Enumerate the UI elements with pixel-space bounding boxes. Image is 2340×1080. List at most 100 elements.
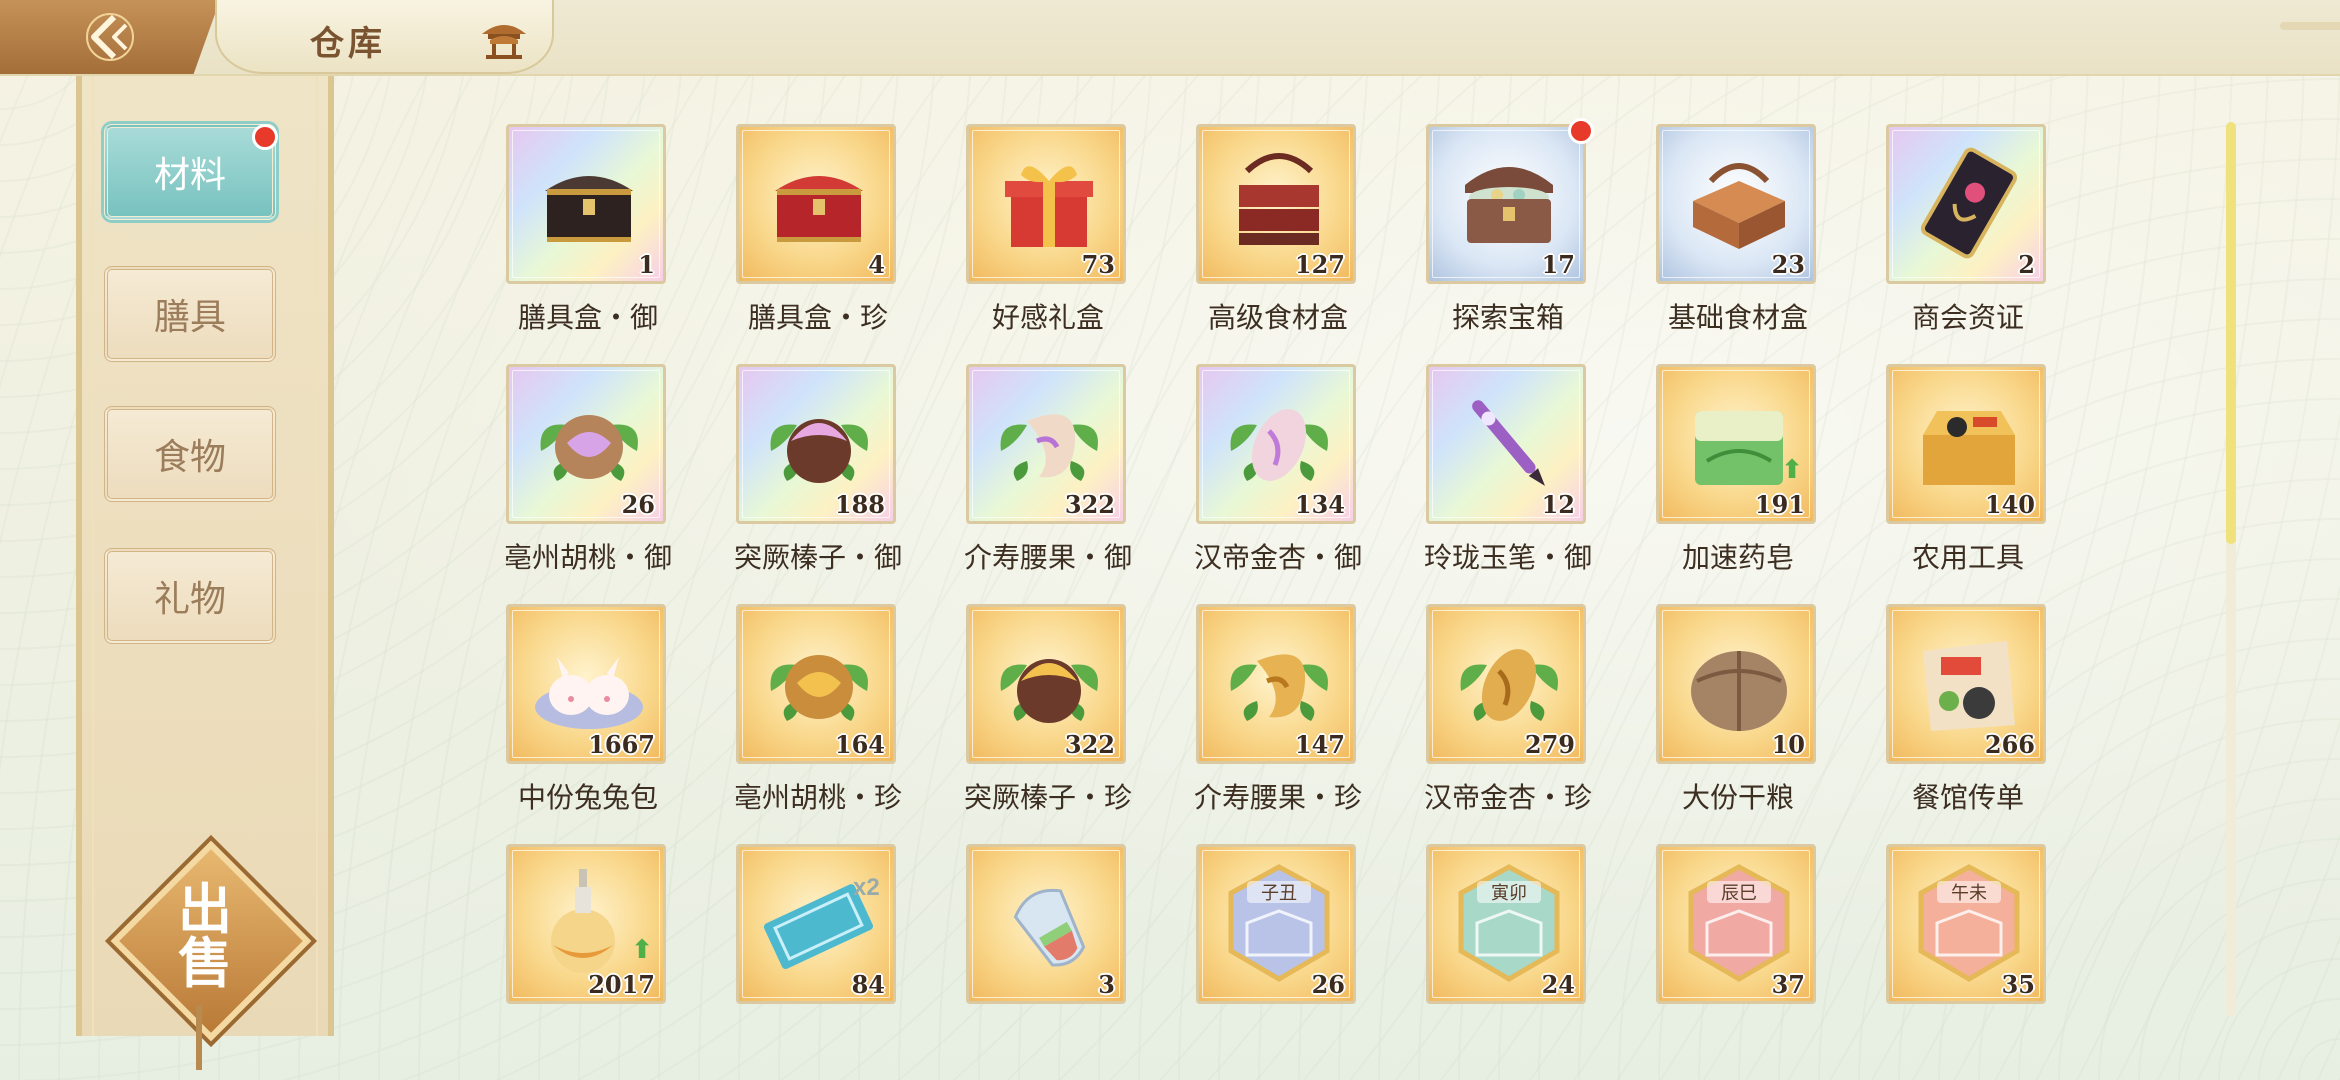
item-slot[interactable]: 188 突厥榛子・御 bbox=[734, 362, 902, 574]
item-name: 农用工具 bbox=[1911, 541, 2024, 574]
sell-label-line2: 售 bbox=[178, 931, 232, 995]
item-slot[interactable]: ⬆ 2017 bbox=[506, 842, 670, 1042]
item-card[interactable]: 12 bbox=[1426, 364, 1586, 524]
zodiac-badge-icon: 辰巳 bbox=[1677, 861, 1801, 985]
item-card[interactable]: 127 bbox=[1196, 124, 1356, 284]
item-count: 140 bbox=[1984, 490, 2035, 519]
item-count: 1667 bbox=[588, 730, 655, 759]
item-slot[interactable]: ⬆ 191 加速药皂 bbox=[1656, 362, 1820, 574]
item-count: 2017 bbox=[588, 970, 655, 999]
item-card[interactable]: x2 84 bbox=[736, 844, 896, 1004]
item-count: 12 bbox=[1541, 490, 1575, 519]
item-card[interactable]: 1 bbox=[506, 124, 666, 284]
item-card[interactable]: 279 bbox=[1426, 604, 1586, 764]
zodiac-badge-icon: 午未 bbox=[1907, 861, 2031, 985]
item-card[interactable]: 164 bbox=[736, 604, 896, 764]
cashew-icon bbox=[1217, 621, 1341, 745]
item-count: 35 bbox=[2001, 970, 2035, 999]
item-slot[interactable]: 1 膳具盒・御 bbox=[506, 122, 670, 334]
item-slot[interactable]: 2 商会资证 bbox=[1886, 122, 2050, 334]
item-card[interactable]: 26 bbox=[506, 364, 666, 524]
item-name: 突厥榛子・珍 bbox=[963, 781, 1132, 814]
item-card[interactable]: 10 bbox=[1656, 604, 1816, 764]
jade-brush-icon bbox=[1447, 381, 1571, 505]
item-card[interactable]: 17 bbox=[1426, 124, 1586, 284]
item-name: 高级食材盒 bbox=[1207, 301, 1348, 334]
item-card[interactable]: 子丑 26 bbox=[1196, 844, 1356, 1004]
tab-tableware[interactable]: 膳具 bbox=[104, 266, 276, 362]
item-count: 26 bbox=[621, 490, 655, 519]
item-slot[interactable]: 23 基础食材盒 bbox=[1656, 122, 1820, 334]
item-card[interactable]: ⬆ 191 bbox=[1656, 364, 1816, 524]
item-slot[interactable]: 1667 中份兔兔包 bbox=[506, 602, 670, 814]
item-card[interactable]: 午未 35 bbox=[1886, 844, 2046, 1004]
item-slot[interactable]: x2 84 bbox=[736, 842, 900, 1042]
tab-materials[interactable]: 材料 bbox=[104, 124, 278, 220]
item-slot[interactable]: 辰巳 37 bbox=[1656, 842, 1820, 1042]
item-slot[interactable]: 134 汉帝金杏・御 bbox=[1194, 362, 1362, 574]
item-slot[interactable]: 午未 35 bbox=[1886, 842, 2050, 1042]
item-card[interactable]: 134 bbox=[1196, 364, 1356, 524]
item-card[interactable]: 2 bbox=[1886, 124, 2046, 284]
pavilion-icon bbox=[478, 18, 530, 60]
item-card[interactable]: 147 bbox=[1196, 604, 1356, 764]
ration-bundle-icon bbox=[1677, 621, 1801, 745]
item-count: 147 bbox=[1294, 730, 1345, 759]
item-name: 基础食材盒 bbox=[1667, 301, 1808, 334]
ticket-icon: x2 bbox=[757, 861, 881, 985]
item-slot[interactable]: 266 餐馆传单 bbox=[1886, 602, 2050, 814]
item-count: 191 bbox=[1754, 490, 1805, 519]
item-card[interactable]: 3 bbox=[966, 844, 1126, 1004]
hazelnut-icon bbox=[757, 381, 881, 505]
item-count: 164 bbox=[834, 730, 885, 759]
sell-label-line1: 出 bbox=[178, 877, 232, 941]
item-count: 188 bbox=[834, 490, 885, 519]
item-slot[interactable]: 3 bbox=[966, 842, 1130, 1042]
item-card[interactable]: 73 bbox=[966, 124, 1126, 284]
item-card[interactable]: 322 bbox=[966, 604, 1126, 764]
item-card[interactable]: 266 bbox=[1886, 604, 2046, 764]
item-card[interactable]: 1667 bbox=[506, 604, 666, 764]
item-slot[interactable]: 164 亳州胡桃・珍 bbox=[734, 602, 902, 814]
item-slot[interactable]: 10 大份干粮 bbox=[1656, 602, 1820, 814]
item-card[interactable]: 188 bbox=[736, 364, 896, 524]
back-button[interactable] bbox=[0, 0, 220, 74]
item-slot[interactable]: 140 农用工具 bbox=[1886, 362, 2050, 574]
item-slot[interactable]: 17 探索宝箱 bbox=[1426, 118, 1594, 334]
potion-bottle-icon bbox=[527, 861, 651, 985]
item-count: 73 bbox=[1081, 250, 1115, 279]
item-card[interactable]: 140 bbox=[1886, 364, 2046, 524]
item-count: 37 bbox=[1771, 970, 1805, 999]
item-slot[interactable]: 73 好感礼盒 bbox=[966, 122, 1130, 334]
item-slot[interactable]: 322 突厥榛子・珍 bbox=[964, 602, 1132, 814]
item-count: 134 bbox=[1294, 490, 1345, 519]
walnut-icon bbox=[757, 621, 881, 745]
item-card[interactable]: ⬆ 2017 bbox=[506, 844, 666, 1004]
tab-label: 礼物 bbox=[153, 579, 226, 620]
item-slot[interactable]: 279 汉帝金杏・珍 bbox=[1424, 602, 1592, 814]
item-card[interactable]: 4 bbox=[736, 124, 896, 284]
item-slot[interactable]: 子丑 26 bbox=[1196, 842, 1360, 1042]
scrollbar-thumb[interactable] bbox=[2226, 122, 2236, 544]
item-card[interactable]: 辰巳 37 bbox=[1656, 844, 1816, 1004]
item-slot[interactable]: 4 膳具盒・珍 bbox=[736, 122, 900, 334]
tab-food[interactable]: 食物 bbox=[104, 406, 276, 502]
item-name: 介寿腰果・珍 bbox=[1193, 781, 1362, 814]
item-card[interactable]: 23 bbox=[1656, 124, 1816, 284]
item-slot[interactable]: 147 介寿腰果・珍 bbox=[1194, 602, 1362, 814]
item-card[interactable]: 寅卯 24 bbox=[1426, 844, 1586, 1004]
item-card[interactable]: 322 bbox=[966, 364, 1126, 524]
item-count: 279 bbox=[1524, 730, 1575, 759]
item-slot[interactable]: 12 玲珑玉笔・御 bbox=[1424, 362, 1592, 574]
tab-gifts[interactable]: 礼物 bbox=[104, 548, 276, 644]
almond-icon bbox=[1217, 381, 1341, 505]
item-slot[interactable]: 127 高级食材盒 bbox=[1196, 122, 1360, 334]
item-slot[interactable]: 322 介寿腰果・御 bbox=[964, 362, 1132, 574]
toolbox-icon bbox=[1907, 381, 2031, 505]
item-slot[interactable]: 26 亳州胡桃・御 bbox=[504, 362, 672, 574]
tab-label: 材料 bbox=[153, 155, 226, 196]
svg-text:寅卯: 寅卯 bbox=[1491, 883, 1527, 904]
item-slot[interactable]: 寅卯 24 bbox=[1426, 842, 1590, 1042]
red-treasure-chest-icon bbox=[757, 141, 881, 265]
soap-icon bbox=[1677, 381, 1801, 505]
